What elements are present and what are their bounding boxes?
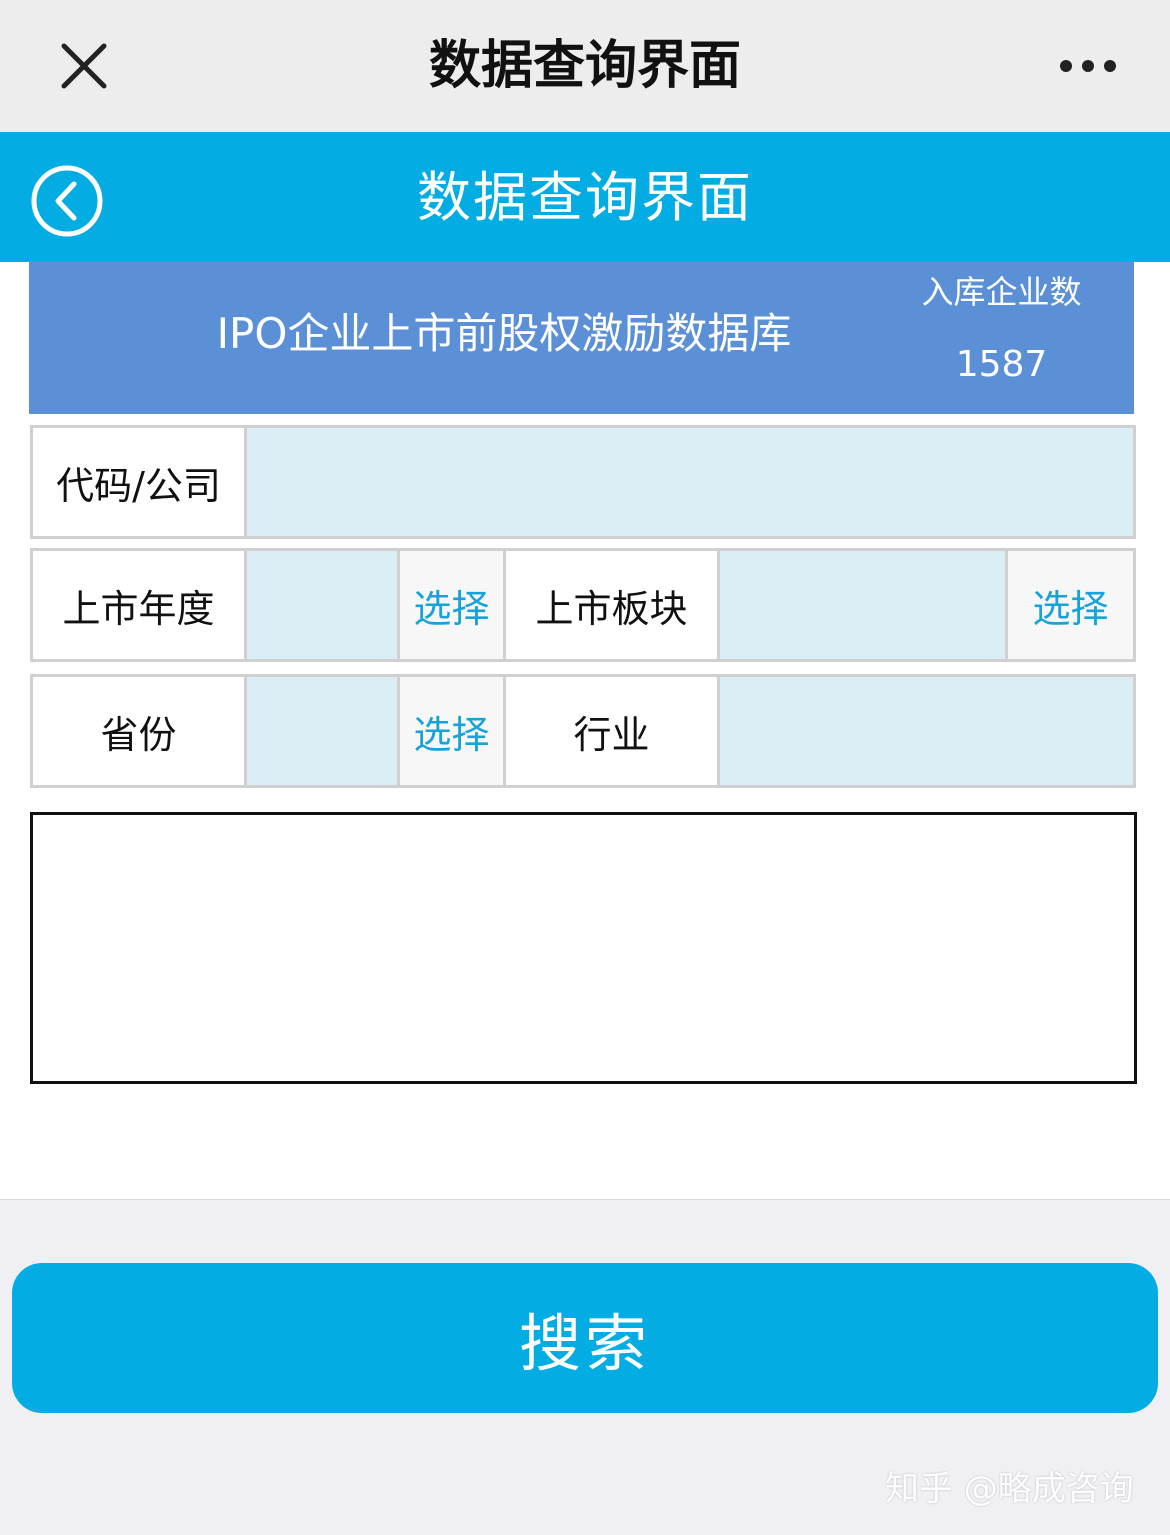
board-input[interactable] (720, 551, 1008, 659)
watermark: 知乎 @略成咨询 (885, 1469, 1134, 1509)
app-header: 数据查询界面 (0, 132, 1170, 262)
industry-input[interactable] (720, 677, 1133, 785)
code-input[interactable] (247, 428, 1133, 536)
window-title: 数据查询界面 (428, 36, 741, 96)
province-select-button[interactable]: 选择 (400, 677, 506, 785)
province-label: 省份 (33, 677, 247, 785)
form-row-code: 代码/公司 (30, 425, 1136, 539)
industry-label: 行业 (506, 677, 720, 785)
search-button[interactable]: 搜索 (12, 1263, 1158, 1413)
province-input[interactable] (247, 677, 400, 785)
more-button[interactable] (1050, 50, 1130, 82)
top-nav-bar: 数据查询界面 (0, 0, 1170, 132)
database-title: IPO企业上市前股权激励数据库 (216, 309, 792, 358)
company-count-label: 入库企业数 (921, 273, 1082, 311)
form-row-year-board: 上市年度 选择 上市板块 选择 (30, 548, 1136, 662)
board-select-button[interactable]: 选择 (1008, 551, 1133, 659)
year-select-button[interactable]: 选择 (400, 551, 506, 659)
board-label: 上市板块 (506, 551, 720, 659)
result-area[interactable] (30, 812, 1137, 1084)
year-label: 上市年度 (33, 551, 247, 659)
database-banner: IPO企业上市前股权激励数据库 入库企业数 1587 (29, 262, 1134, 414)
page-title: 数据查询界面 (417, 166, 753, 229)
query-panel: IPO企业上市前股权激励数据库 入库企业数 1587 代码/公司 上市年度 选择… (0, 262, 1170, 1200)
year-input[interactable] (247, 551, 400, 659)
code-label: 代码/公司 (33, 428, 247, 536)
more-horizontal-icon (1060, 60, 1116, 72)
company-count-value: 1587 (955, 344, 1048, 385)
form-row-province-industry: 省份 选择 行业 (30, 674, 1136, 788)
